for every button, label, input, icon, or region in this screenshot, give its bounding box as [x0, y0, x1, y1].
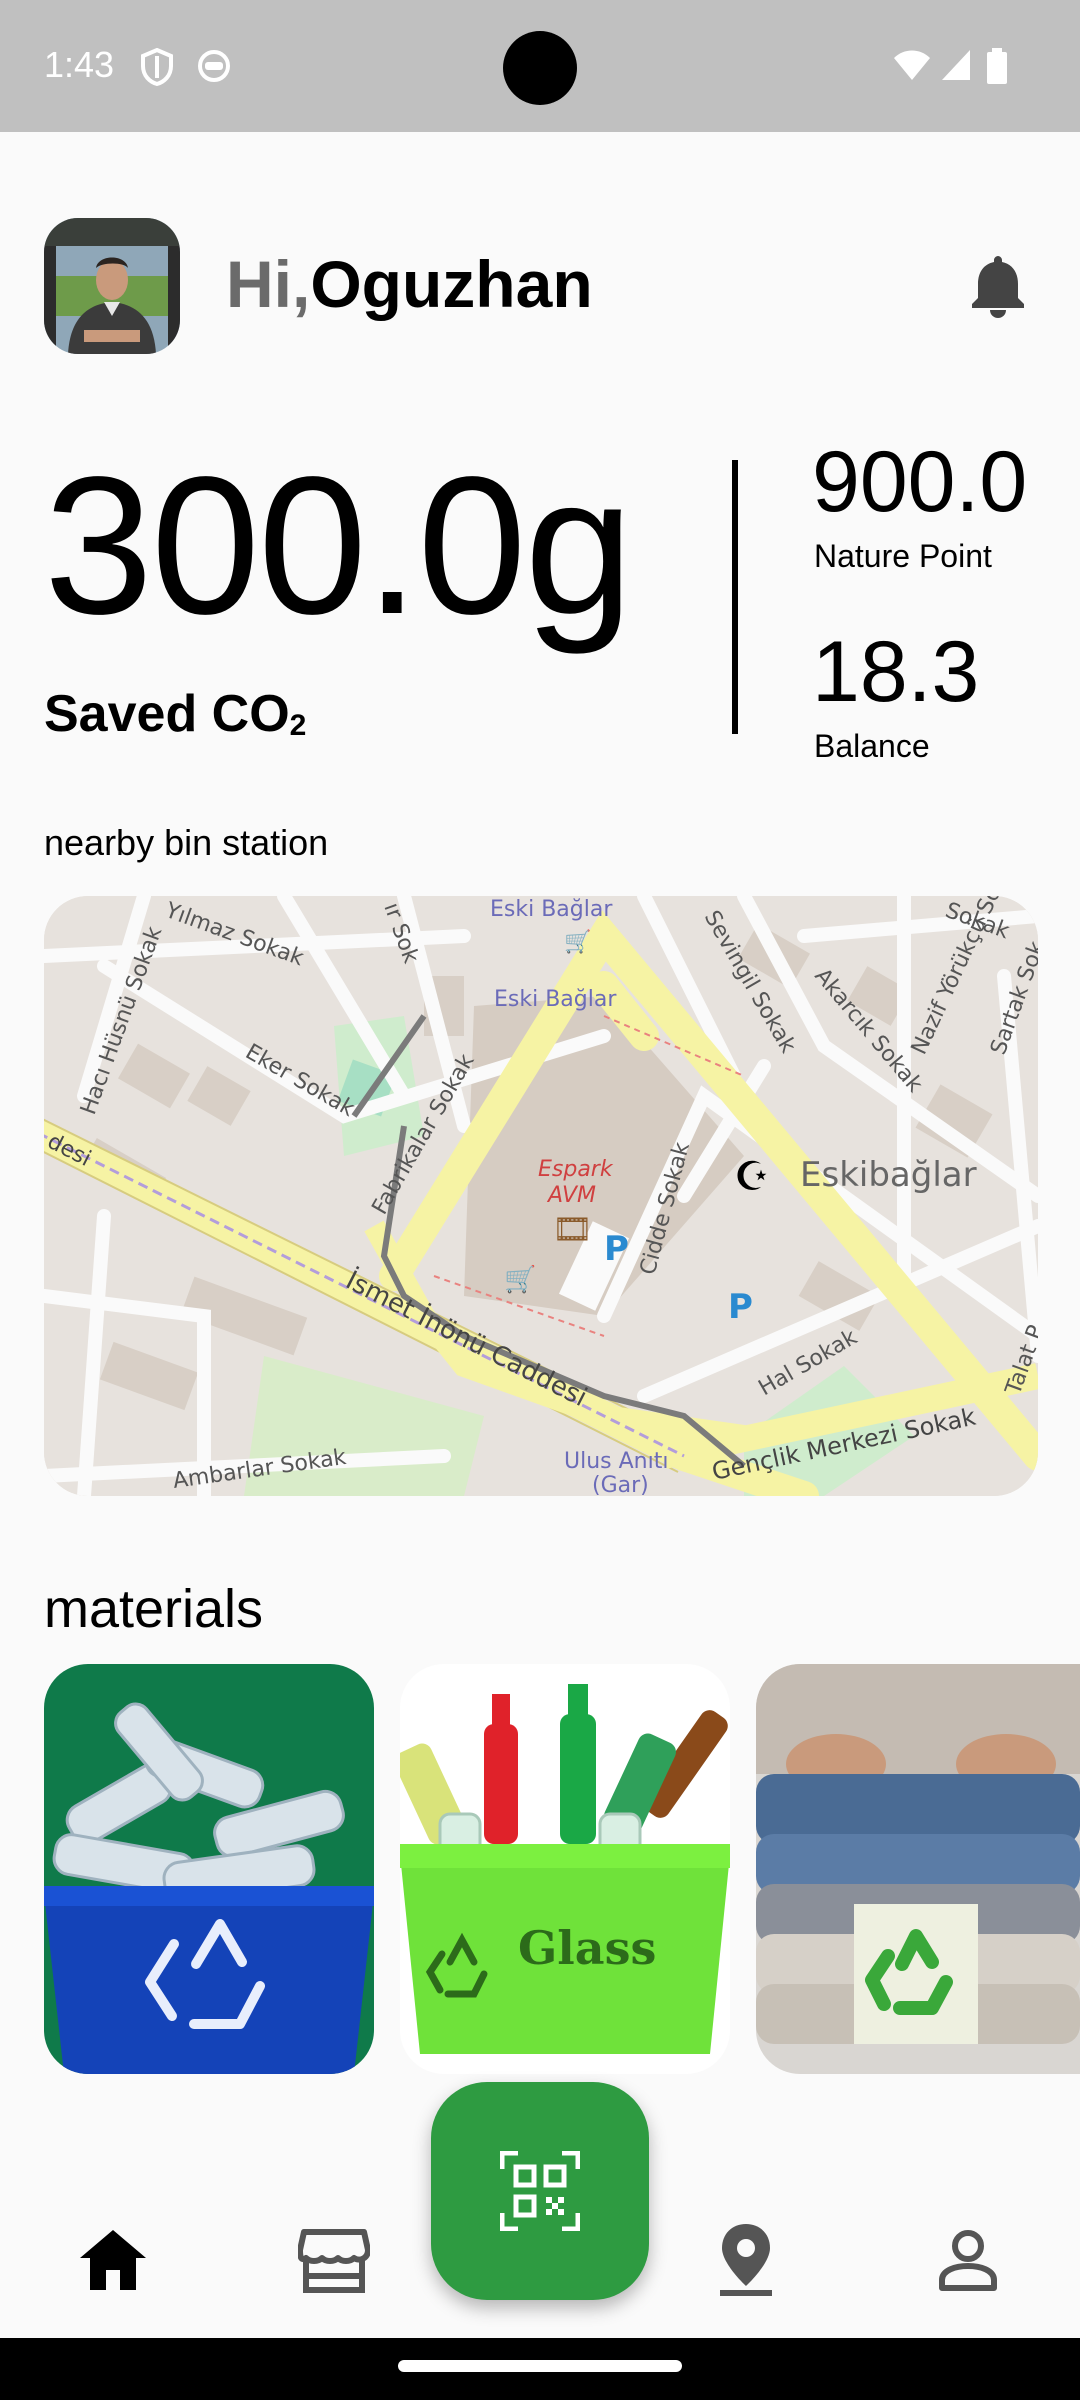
- greeting-prefix: Hi,: [226, 247, 311, 321]
- svg-text:P: P: [604, 1229, 629, 1269]
- shield-icon: [141, 48, 173, 86]
- nature-point-value: 900.0: [812, 434, 1028, 530]
- materials-title: materials: [44, 1579, 264, 1639]
- svg-text:🛒: 🛒: [564, 929, 591, 955]
- plastic-bin-image: [44, 1664, 374, 2074]
- svg-text:Espark: Espark: [538, 1157, 614, 1182]
- status-time: 1:43: [44, 44, 115, 85]
- face-icon: [198, 50, 230, 82]
- svg-text:AVM: AVM: [546, 1183, 596, 1208]
- saved-co2-label: Saved CO2: [44, 685, 307, 743]
- nature-point-label: Nature Point: [814, 538, 992, 574]
- gesture-bar: [0, 2338, 1080, 2400]
- material-card-glass[interactable]: Glass: [400, 1664, 730, 2074]
- svg-text:(Gar): (Gar): [592, 1473, 649, 1496]
- avatar[interactable]: [44, 218, 180, 354]
- camera-cutout: [503, 31, 577, 105]
- qr-scan-icon: [500, 2151, 580, 2231]
- profile-icon[interactable]: [936, 2228, 1000, 2292]
- user-name: Oguzhan: [310, 247, 593, 321]
- svg-text:Eski Bağlar: Eski Bağlar: [494, 987, 617, 1012]
- wifi-icon: [894, 50, 930, 80]
- bin-station-map[interactable]: 🛒 🛒 🎞 P P ☪ Eski Bağlar Eski Bağlar Yılm…: [44, 896, 1038, 1496]
- map-canvas[interactable]: 🛒 🛒 🎞 P P ☪ Eski Bağlar Eski Bağlar Yılm…: [44, 896, 1038, 1496]
- home-indicator[interactable]: [398, 2360, 682, 2372]
- material-card-plastic[interactable]: [44, 1664, 374, 2074]
- saved-co2-value: 300.0g: [44, 436, 633, 655]
- svg-text:Eski Bağlar: Eski Bağlar: [490, 897, 613, 922]
- balance-label: Balance: [814, 728, 930, 764]
- battery-icon: [987, 48, 1007, 84]
- textile-image: [756, 1664, 1080, 2074]
- material-card-textile[interactable]: [756, 1664, 1080, 2074]
- status-bar: 1:43: [0, 0, 1080, 132]
- svg-text:Eskibağlar: Eskibağlar: [800, 1155, 977, 1195]
- greeting: Hi,Oguzhan: [226, 246, 593, 322]
- nearby-bin-title: nearby bin station: [44, 822, 329, 863]
- svg-text:🎞: 🎞: [552, 1210, 593, 1248]
- svg-text:☪: ☪: [734, 1154, 770, 1200]
- svg-text:🛒: 🛒: [504, 1264, 536, 1295]
- home-icon[interactable]: [78, 2228, 148, 2292]
- qr-scan-button[interactable]: [431, 2082, 649, 2300]
- signal-icon: [942, 50, 970, 80]
- store-icon[interactable]: [298, 2228, 370, 2294]
- stats-divider: [732, 460, 738, 734]
- svg-text:P: P: [728, 1287, 753, 1327]
- glass-bin-image: Glass: [400, 1664, 730, 2074]
- svg-text:Ulus Anıtı: Ulus Anıtı: [564, 1449, 668, 1474]
- notification-bell-icon[interactable]: [968, 252, 1028, 318]
- svg-text:Glass: Glass: [518, 1921, 656, 1975]
- balance-value: 18.3: [812, 624, 980, 720]
- location-icon[interactable]: [718, 2222, 774, 2296]
- profile-photo: [44, 218, 180, 354]
